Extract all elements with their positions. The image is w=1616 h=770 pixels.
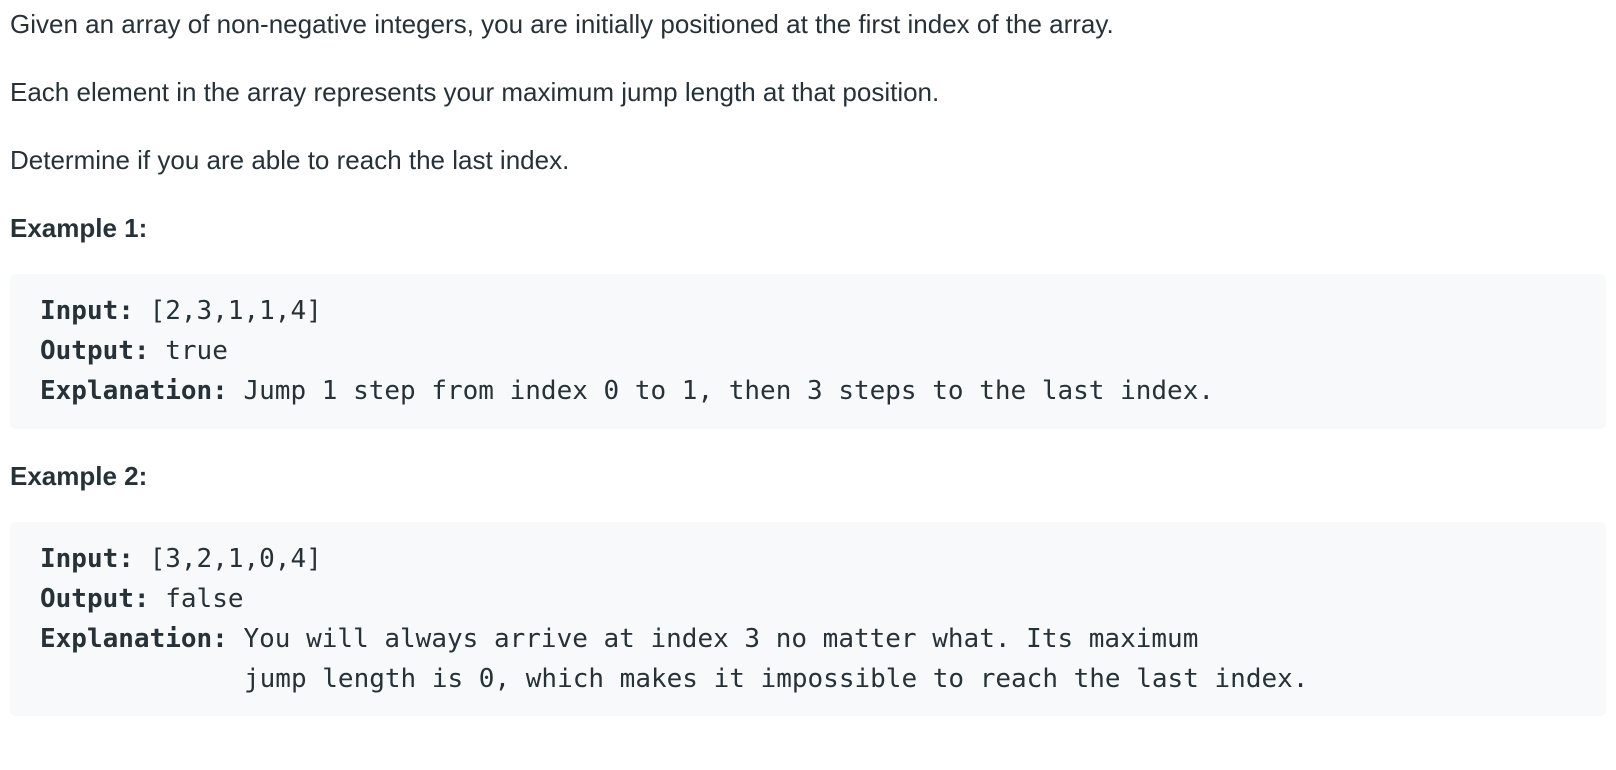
example-2-input-label: Input: bbox=[40, 544, 134, 574]
example-1-output-label: Output: bbox=[40, 336, 150, 366]
example-2-output-value: false bbox=[149, 584, 244, 614]
example-1-output-line: Output: true bbox=[40, 331, 1576, 371]
example-2-explanation-label: Explanation: bbox=[40, 624, 228, 654]
example-1-input-label: Input: bbox=[40, 296, 134, 326]
example-1-explanation-line: Explanation: Jump 1 step from index 0 to… bbox=[40, 371, 1576, 411]
example-1-code-block: Input: [2,3,1,1,4] Output: true Explanat… bbox=[10, 274, 1606, 429]
example-1-explanation-label: Explanation: bbox=[40, 376, 228, 406]
example-1-explanation-value: Jump 1 step from index 0 to 1, then 3 st… bbox=[227, 376, 1215, 406]
intro-line-1: Given an array of non-negative integers,… bbox=[10, 9, 1114, 39]
example-2-input-line: Input: [3,2,1,0,4] bbox=[40, 539, 1576, 579]
example-2-code-block: Input: [3,2,1,0,4] Output: false Explana… bbox=[10, 522, 1606, 716]
example-2-output-line: Output: false bbox=[40, 579, 1576, 619]
example-2-input-value: [3,2,1,0,4] bbox=[133, 544, 322, 574]
intro-line-2: Each element in the array represents you… bbox=[10, 77, 940, 107]
example-1-input-value: [2,3,1,1,4] bbox=[133, 296, 322, 326]
intro-line-3: Determine if you are able to reach the l… bbox=[10, 145, 570, 175]
example-2-explanation-continuation: jump length is 0, which makes it impossi… bbox=[244, 664, 1309, 694]
example-2-heading: Example 2: bbox=[10, 461, 148, 491]
example-2-output-label: Output: bbox=[40, 584, 150, 614]
example-1-heading: Example 1: bbox=[10, 213, 148, 243]
example-2-explanation-value: You will always arrive at index 3 no mat… bbox=[227, 624, 1199, 654]
example-1-output-value: true bbox=[149, 336, 228, 366]
example-2-explanation-line: Explanation: You will always arrive at i… bbox=[40, 619, 1576, 659]
example-1-input-line: Input: [2,3,1,1,4] bbox=[40, 291, 1576, 331]
